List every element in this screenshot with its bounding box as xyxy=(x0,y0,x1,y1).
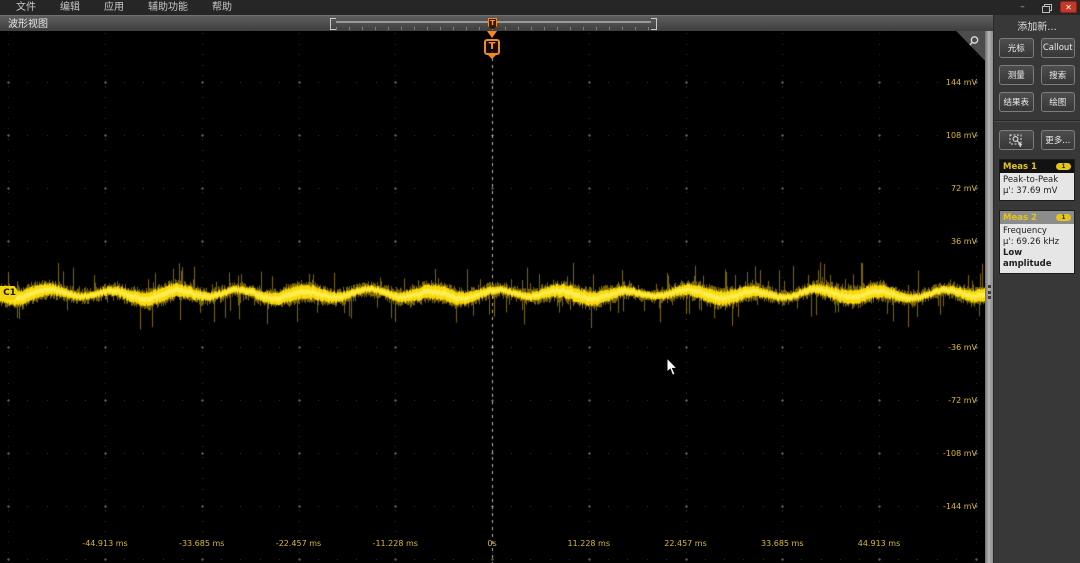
add-new-label: 添加新... xyxy=(1017,22,1057,33)
minimize-button[interactable]: – xyxy=(1014,1,1031,13)
x-axis-label: 0s xyxy=(487,539,497,548)
restore-icon xyxy=(1041,3,1052,13)
trigger-position-flag[interactable]: T xyxy=(484,31,500,59)
menu-help[interactable]: 帮助 xyxy=(212,0,232,15)
close-button[interactable]: ✕ xyxy=(1060,1,1077,13)
meas2-header[interactable]: Meas 2 1 xyxy=(1000,211,1074,224)
trigger-point-icon xyxy=(488,55,496,59)
plot-button[interactable]: 绘图 xyxy=(1040,92,1075,112)
y-axis-label: -108 mV xyxy=(943,449,977,458)
meas2-warning: Low amplitude xyxy=(1003,248,1052,269)
menu-bar: 文件 编辑 应用 辅助功能 帮助 – ✕ xyxy=(0,0,1080,15)
oscilloscope-window: 文件 编辑 应用 辅助功能 帮助 – ✕ 波形视图 T 144 mV 108 mV… xyxy=(0,0,1080,563)
zoom-select-button[interactable] xyxy=(999,130,1034,150)
cursor-button[interactable]: 光标 xyxy=(999,38,1034,58)
vertical-scrollbar[interactable] xyxy=(985,31,993,563)
restore-button[interactable] xyxy=(1037,1,1054,13)
meas2-title: Meas 2 xyxy=(1003,212,1037,223)
window-controls: – ✕ xyxy=(1014,1,1077,13)
meas2-value: µ': 69.26 kHz xyxy=(1003,237,1060,247)
measure-button[interactable]: 测量 xyxy=(999,65,1034,85)
x-axis-label: -33.685 ms xyxy=(179,539,225,548)
x-axis-label: -44.913 ms xyxy=(82,539,128,548)
meas1-header[interactable]: Meas 1 1 xyxy=(1000,160,1074,173)
search-button[interactable]: 搜索 xyxy=(1040,65,1075,85)
x-axis-label: 22.457 ms xyxy=(664,539,707,548)
waveform-canvas[interactable] xyxy=(0,31,985,563)
tab-strip: 波形视图 T xyxy=(0,15,993,31)
meas1-card[interactable]: Meas 1 1 Peak-to-Peak µ': 37.69 mV xyxy=(999,159,1075,201)
meas1-title: Meas 1 xyxy=(1003,161,1037,172)
y-axis-label: 144 mV xyxy=(945,78,977,87)
trigger-t-icon: T xyxy=(484,39,500,55)
x-axis-label: 33.685 ms xyxy=(761,539,804,548)
more-button[interactable]: 更多... xyxy=(1040,130,1075,150)
y-axis-label: -72 mV xyxy=(948,396,977,405)
meas1-body: Peak-to-Peak µ': 37.69 mV xyxy=(1000,173,1074,200)
waveform-pan-bar[interactable]: T xyxy=(330,18,657,30)
pan-bar-right-bracket[interactable] xyxy=(651,18,657,30)
side-button-grid: 光标 Callout 测量 搜索 结果表 绘图 xyxy=(999,38,1075,112)
trigger-arrow-icon xyxy=(487,31,497,38)
y-axis-label: -36 mV xyxy=(948,343,977,352)
meas1-value: µ': 37.69 mV xyxy=(1003,186,1058,196)
waveform-plot-area[interactable]: 144 mV 108 mV 72 mV 36 mV -36 mV -72 mV -108 m… xyxy=(0,31,985,563)
meas1-name: Peak-to-Peak xyxy=(1003,175,1059,185)
menu-application[interactable]: 应用 xyxy=(104,0,124,15)
x-axis-label: 44.913 ms xyxy=(857,539,901,548)
panel-divider xyxy=(994,120,1080,122)
side-button-grid-2: 更多... xyxy=(999,130,1075,150)
callout-button[interactable]: Callout xyxy=(1040,38,1075,58)
mouse-cursor xyxy=(666,357,679,376)
meas2-body: Frequency µ': 69.26 kHz Low amplitude xyxy=(1000,224,1074,273)
x-axis-label: -22.457 ms xyxy=(275,539,322,548)
menu-file[interactable]: 文件 xyxy=(16,0,36,15)
zoom-select-icon xyxy=(1009,134,1023,147)
scrollbar-grip-icon[interactable] xyxy=(987,283,991,301)
results-table-button[interactable]: 结果表 xyxy=(999,92,1034,112)
meas2-source-badge[interactable]: 1 xyxy=(1056,214,1071,221)
meas2-card[interactable]: Meas 2 1 Frequency µ': 69.26 kHz Low amp… xyxy=(999,210,1075,274)
y-axis-label: -144 mV xyxy=(943,502,977,511)
side-panel: 添加新... 光标 Callout 测量 搜索 结果表 绘图 更多... Mea… xyxy=(993,15,1080,563)
menu-utilities[interactable]: 辅助功能 xyxy=(148,0,188,15)
meas1-source-badge[interactable]: 1 xyxy=(1056,163,1071,170)
y-axis-label: 72 mV xyxy=(951,184,977,193)
y-axis-label: 36 mV xyxy=(951,237,977,246)
tab-waveform-view[interactable]: 波形视图 xyxy=(8,17,48,32)
x-axis-label: -11.228 ms xyxy=(372,539,418,548)
menu-edit[interactable]: 编辑 xyxy=(60,0,80,15)
y-axis-label: 108 mV xyxy=(945,131,977,140)
x-axis-label: 11.228 ms xyxy=(567,539,611,548)
meas2-name: Frequency xyxy=(1003,226,1047,236)
